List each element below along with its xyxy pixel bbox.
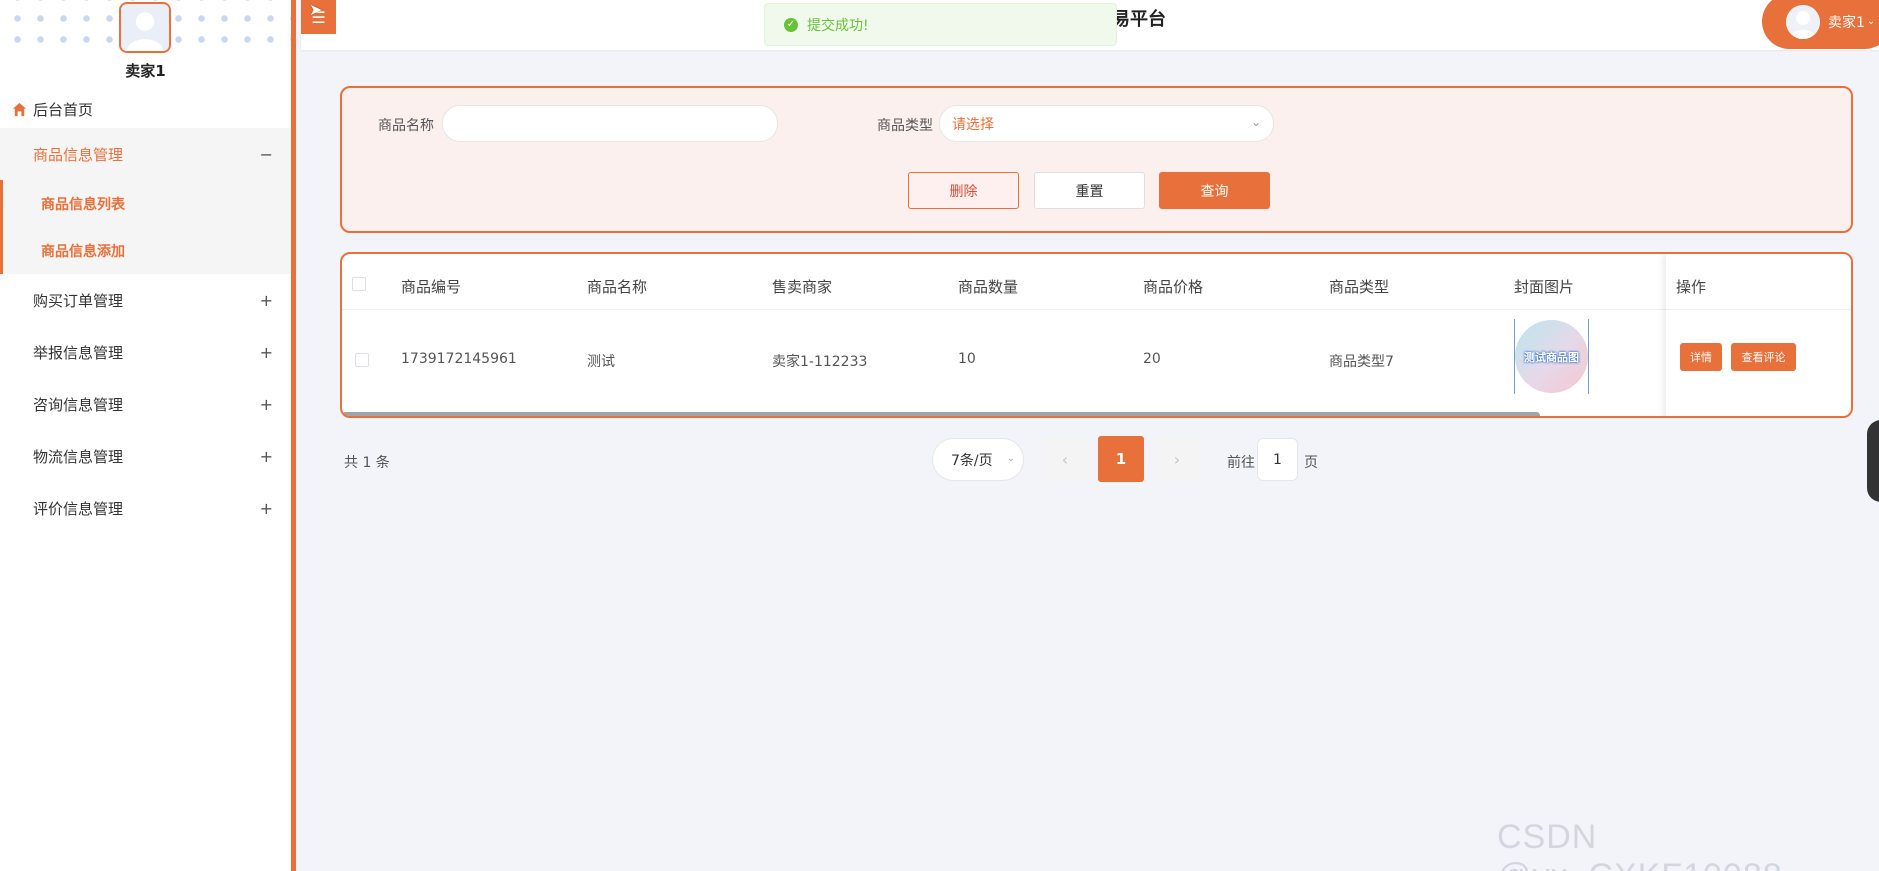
next-page-button[interactable]: › [1154, 436, 1200, 482]
cell-cover-image[interactable]: 测试商品图 [1514, 319, 1589, 394]
sidebar-item-label: 商品信息管理 [33, 145, 124, 164]
home-icon [12, 102, 27, 116]
column-header-seller: 售卖商家 [772, 278, 833, 296]
sidebar-item-order-management[interactable]: 购买订单管理 + [0, 274, 291, 326]
sidebar-item-review-management[interactable]: 评价信息管理 + [0, 482, 291, 534]
grid-icon [12, 501, 27, 516]
cover-image-text: 测试商品图 [1524, 350, 1579, 364]
chevron-down-icon: ⌄ [1866, 16, 1876, 27]
page-size-value: 7条/页 [951, 452, 993, 469]
select-all-checkbox[interactable] [352, 277, 366, 291]
page-title: 易平台 [1112, 9, 1166, 30]
user-menu-name: 卖家1 [1828, 14, 1865, 31]
goto-suffix: 页 [1304, 455, 1318, 471]
horizontal-scrollbar[interactable] [342, 412, 1540, 416]
expand-icon[interactable]: + [260, 343, 273, 362]
sidebar: 卖家1 后台首页 商品信息管理 − 商品信息列表 商品信息添加 购买订单管理 +… [0, 0, 296, 871]
page-number-current[interactable]: 1 [1098, 436, 1144, 482]
grid-icon [12, 449, 27, 464]
sidebar-item-label: 购买订单管理 [33, 291, 124, 310]
avatar [1786, 4, 1820, 39]
sidebar-item-consult-management[interactable]: 咨询信息管理 + [0, 378, 291, 430]
column-header-name: 商品名称 [587, 278, 648, 296]
sidebar-subitem-goods-list[interactable]: 商品信息列表 [0, 180, 291, 227]
header-divider [1666, 309, 1851, 310]
view-reviews-button[interactable]: 查看评论 [1731, 343, 1796, 371]
mouse-cursor-icon: ➤ [309, 0, 323, 19]
grid-icon [12, 147, 27, 162]
grid-icon [12, 293, 27, 308]
goods-type-select[interactable]: 请选择 ⌄ [939, 105, 1274, 142]
watermark: CSDN @vx_CXKF10088 [1497, 818, 1782, 871]
column-header-quantity: 商品数量 [958, 278, 1019, 296]
cell-type: 商品类型7 [1329, 354, 1394, 370]
sidebar-item-label: 咨询信息管理 [33, 395, 124, 414]
user-menu[interactable]: 卖家1 ⌄ [1762, 0, 1879, 49]
goto-prefix: 前往 [1227, 455, 1255, 471]
expand-icon[interactable]: + [260, 499, 273, 518]
row-checkbox[interactable] [355, 353, 369, 367]
reset-button[interactable]: 重置 [1034, 172, 1145, 209]
chevron-down-icon: ⌄ [1250, 115, 1261, 129]
delete-button[interactable]: 删除 [908, 172, 1019, 209]
sidebar-item-report-management[interactable]: 举报信息管理 + [0, 326, 291, 378]
sidebar-item-goods-management[interactable]: 商品信息管理 − [0, 128, 291, 180]
submenu-goods: 商品信息列表 商品信息添加 [0, 180, 291, 274]
sidebar-item-label: 后台首页 [33, 100, 94, 119]
edge-drawer-handle[interactable] [1867, 420, 1879, 502]
chevron-left-icon: ‹ [1061, 449, 1069, 469]
goods-type-placeholder: 请选择 [952, 116, 994, 133]
grid-icon [12, 345, 27, 360]
toast-message: 提交成功! [807, 17, 869, 34]
sidebar-subitem-goods-add[interactable]: 商品信息添加 [0, 227, 291, 274]
search-panel: 商品名称 商品类型 请选择 ⌄ 删除 重置 查询 [340, 86, 1853, 233]
sidebar-item-label: 物流信息管理 [33, 447, 124, 466]
cell-id: 1739172145961 [401, 351, 517, 367]
sidebar-user-name: 卖家1 [125, 62, 166, 80]
header-divider [342, 309, 1851, 310]
pagination-total: 共 1 条 [344, 455, 390, 471]
cover-thumbnail: 测试商品图 [1515, 320, 1588, 393]
prev-page-button[interactable]: ‹ [1042, 436, 1088, 482]
cell-name: 测试 [587, 354, 615, 370]
goto-page-input[interactable]: 1 [1257, 438, 1298, 481]
avatar[interactable] [119, 2, 171, 53]
success-toast: ✓ 提交成功! [764, 3, 1117, 46]
user-avatar-icon [121, 4, 169, 51]
user-avatar-icon [1786, 4, 1820, 39]
sidebar-item-label: 举报信息管理 [33, 343, 124, 362]
column-header-price: 商品价格 [1143, 278, 1204, 296]
goods-name-input-wrapper [442, 105, 778, 142]
sidebar-item-home[interactable]: 后台首页 [0, 90, 291, 128]
column-header-id: 商品编号 [401, 278, 462, 296]
column-header-actions: 操作 [1676, 278, 1707, 296]
chevron-down-icon: ⌄ [1006, 453, 1015, 464]
goods-type-label: 商品类型 [877, 118, 933, 134]
cell-quantity: 10 [958, 351, 976, 367]
detail-button[interactable]: 详情 [1680, 343, 1722, 371]
goods-table: 商品编号 商品名称 售卖商家 商品数量 商品价格 商品类型 封面图片 17391… [340, 252, 1853, 418]
check-circle-icon: ✓ [784, 17, 798, 32]
expand-icon[interactable]: + [260, 395, 273, 414]
column-header-cover: 封面图片 [1514, 278, 1575, 296]
operations-column: 操作 详情 查看评论 [1666, 254, 1851, 416]
goods-name-input[interactable] [455, 106, 777, 141]
expand-icon[interactable]: + [260, 291, 273, 310]
column-header-type: 商品类型 [1329, 278, 1390, 296]
expand-icon[interactable]: + [260, 447, 273, 466]
query-button[interactable]: 查询 [1159, 172, 1270, 209]
cell-price: 20 [1143, 351, 1161, 367]
collapse-icon[interactable]: − [260, 145, 273, 164]
sidebar-menu: 后台首页 商品信息管理 − 商品信息列表 商品信息添加 购买订单管理 + 举报信… [0, 90, 291, 534]
goods-name-label: 商品名称 [378, 118, 434, 134]
sidebar-item-logistics-management[interactable]: 物流信息管理 + [0, 430, 291, 482]
sidebar-item-label: 评价信息管理 [33, 499, 124, 518]
grid-icon [12, 397, 27, 412]
cell-seller: 卖家1-112233 [772, 354, 868, 370]
chevron-right-icon: › [1173, 449, 1181, 469]
page-size-select[interactable]: 7条/页 ⌄ [932, 438, 1024, 481]
